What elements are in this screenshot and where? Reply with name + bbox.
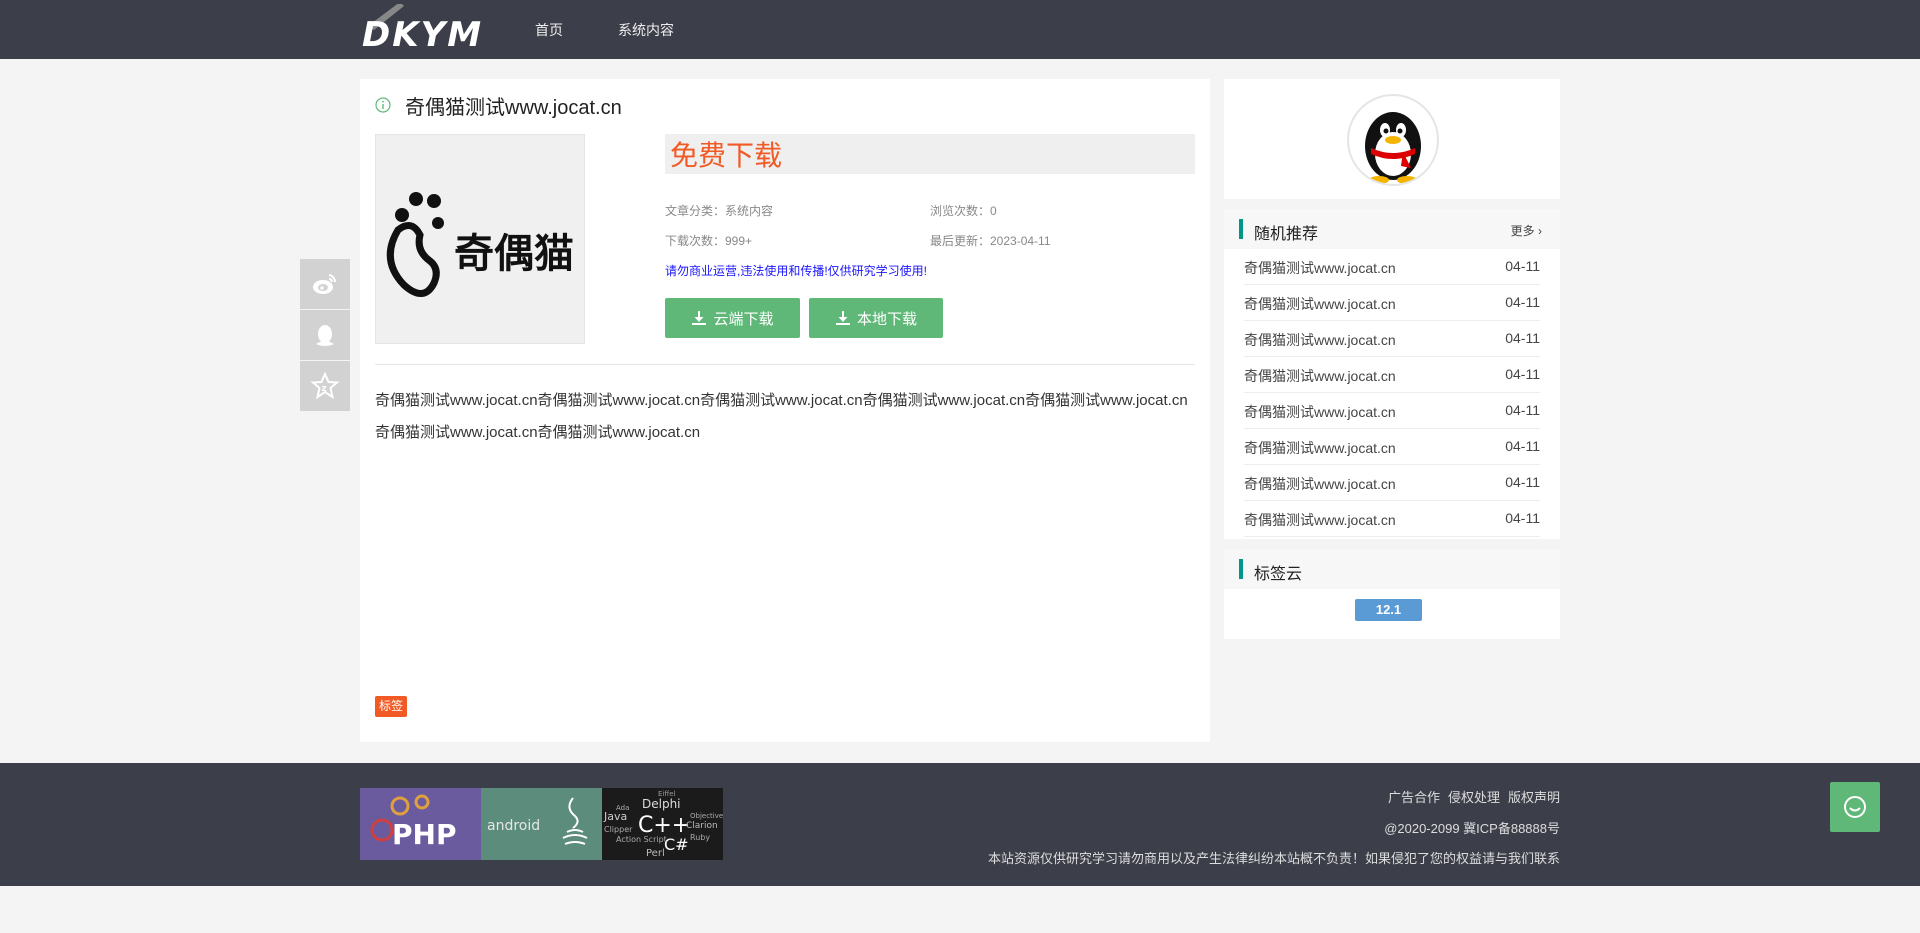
content-divider [375, 364, 1195, 365]
cloud-download-button[interactable]: 云端下载 [665, 298, 800, 338]
svg-text:Perl: Perl [646, 848, 665, 859]
download-icon [692, 311, 707, 325]
random-recommend-title: 随机推荐 [1254, 226, 1319, 243]
footer-disclaimer: 本站资源仅供研究学习请勿商用以及产生法律纠纷本站概不负责！如果侵犯了您的权益请与… [987, 851, 1560, 866]
tag-cloud-title: 标签云 [1254, 566, 1303, 583]
svg-text:z: z [322, 384, 327, 394]
random-recommend-header: 随机推荐 更多 › [1224, 209, 1560, 249]
site-logo[interactable]: DKYM [360, 4, 488, 52]
site-footer: PHP android Delphi Java C++ C# Clarion P… [0, 763, 1920, 886]
article-body: 奇偶猫测试www.jocat.cn奇偶猫测试www.jocat.cn奇偶猫测试w… [375, 392, 1188, 441]
download-icon [835, 311, 850, 325]
article-tag-badge[interactable]: 标签 [375, 696, 408, 717]
article-title: 奇偶猫测试www.jocat.cn [405, 96, 622, 119]
svg-text:PHP: PHP [392, 818, 456, 851]
list-item[interactable]: 奇偶猫测试www.jocat.cn 04-11 [1244, 285, 1540, 321]
usage-warning: 请勿商业运营,违法使用和传播!仅供研究学习使用! [665, 264, 928, 278]
author-card [1224, 79, 1560, 199]
meta-category: 文章分类：系统内容 [665, 204, 774, 218]
meta-updated: 最后更新：2023-04-11 [930, 234, 1051, 248]
article-card: 奇偶猫测试www.jocat.cn 奇偶猫 免费下载 文章分类：系统内容 浏览次… [360, 79, 1210, 742]
weibo-icon [313, 274, 337, 294]
list-item[interactable]: 奇偶猫测试www.jocat.cn 04-11 [1244, 465, 1540, 501]
footer-link-infringement[interactable]: 侵权处理 [1448, 787, 1500, 806]
footer-copyright: @2020-2099 冀ICP备88888号 [1384, 821, 1560, 836]
more-link[interactable]: 更多 › [1511, 222, 1542, 239]
nav-system-content[interactable]: 系统内容 [618, 20, 674, 40]
list-item[interactable]: 奇偶猫测试www.jocat.cn 04-11 [1244, 321, 1540, 357]
php-banner-art: PHP [370, 794, 456, 851]
languages-banner[interactable]: Delphi Java C++ C# Clarion Perl Ruby Act… [602, 788, 723, 860]
list-item[interactable]: 奇偶猫测试www.jocat.cn 04-11 [1244, 429, 1540, 465]
list-item[interactable]: 奇偶猫测试www.jocat.cn 04-11 [1244, 501, 1540, 537]
list-item[interactable]: 奇偶猫测试www.jocat.cn 04-11 [1244, 249, 1540, 285]
chevron-right-icon: › [1538, 224, 1542, 238]
share-weibo-button[interactable] [300, 259, 350, 309]
thumb-text: 奇偶猫 [454, 231, 574, 277]
avatar[interactable] [1347, 94, 1439, 186]
article-thumbnail[interactable]: 奇偶猫 [375, 134, 585, 344]
php-banner[interactable]: PHP [360, 788, 481, 860]
qq-penguin-icon [1365, 112, 1421, 184]
random-recommend-panel: 随机推荐 更多 › 奇偶猫测试www.jocat.cn 04-11 奇偶猫测试ww… [1224, 209, 1560, 539]
info-icon [375, 97, 391, 113]
svg-text:Action Script: Action Script [616, 835, 667, 844]
section-accent-bar [1239, 559, 1243, 579]
svg-text:Eiffel: Eiffel [658, 790, 675, 798]
android-banner-art: android [487, 797, 588, 845]
footer-link-copyright[interactable]: 版权声明 [1508, 787, 1560, 806]
site-header: DKYM 首页 系统内容 [0, 0, 1920, 59]
cloud-download-label: 云端下载 [713, 310, 774, 328]
svg-text:Clipper: Clipper [604, 825, 633, 834]
footer-link-ads[interactable]: 广告合作 [1388, 787, 1440, 806]
svg-text:Ruby: Ruby [690, 833, 710, 842]
tag-cloud-item[interactable]: 12.1 [1355, 599, 1422, 621]
favorite-button[interactable]: z [300, 361, 350, 411]
languages-banner-art: Delphi Java C++ C# Clarion Perl Ruby Act… [603, 790, 723, 859]
tag-cloud-panel: 标签云 12.1 [1224, 549, 1560, 639]
section-accent-bar [1239, 219, 1243, 239]
paw-logo-icon: 奇偶猫 [386, 192, 574, 297]
free-download-heading: 免费下载 [665, 134, 1195, 174]
svg-text:android: android [487, 818, 540, 834]
local-download-button[interactable]: 本地下载 [809, 298, 943, 338]
svg-text:Ada: Ada [616, 804, 629, 812]
star-icon: z [310, 371, 340, 400]
svg-text:Clarion: Clarion [686, 821, 718, 831]
chat-icon [1844, 796, 1866, 818]
local-download-label: 本地下载 [856, 310, 917, 328]
qq-icon [316, 325, 334, 346]
meta-downloads: 下载次数：999+ [665, 234, 753, 248]
svg-text:C#: C# [664, 835, 689, 854]
article-title-row: 奇偶猫测试www.jocat.cn [375, 93, 622, 119]
list-item[interactable]: 奇偶猫测试www.jocat.cn 04-11 [1244, 357, 1540, 393]
svg-text:Delphi: Delphi [642, 797, 681, 811]
svg-text:Objective: Objective [690, 812, 723, 820]
android-banner[interactable]: android [481, 788, 602, 860]
share-qq-button[interactable] [300, 310, 350, 360]
tag-cloud-header: 标签云 [1224, 549, 1560, 589]
list-item[interactable]: 奇偶猫测试www.jocat.cn 04-11 [1244, 393, 1540, 429]
footer-links: 广告合作 侵权处理 版权声明 [1388, 787, 1560, 806]
chat-button[interactable] [1830, 782, 1880, 832]
logo-text: DKYM [362, 15, 483, 52]
nav-home[interactable]: 首页 [535, 20, 563, 40]
meta-views: 浏览次数：0 [930, 204, 997, 218]
